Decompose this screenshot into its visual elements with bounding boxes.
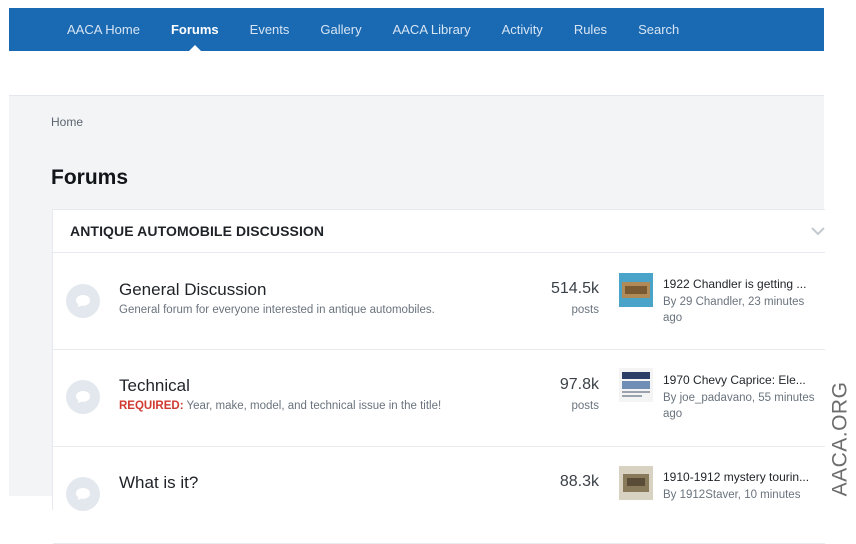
forum-description-text: Year, make, model, and technical issue i… [186,400,442,412]
required-label: REQUIRED: [119,400,184,412]
last-post-thumbnail[interactable] [619,368,653,402]
forum-row-technical: Technical REQUIRED: Year, make, model, a… [53,350,825,447]
last-post-meta: By 29 Chandler, 23 minutes ago [663,296,805,324]
top-navigation-bar: AACA Home Forums Events Gallery AACA Lib… [9,8,824,51]
last-post-meta: By 1912Staver, 10 minutes [663,489,801,501]
site-watermark: AACA.ORG [826,381,854,496]
nav-item-activity[interactable]: Activity [486,8,558,51]
forum-row-what-is-it: What is it? 88.3k 1910-1912 mystery tour… [53,447,825,544]
last-post-title[interactable]: 1970 Chevy Caprice: Ele... [663,373,825,387]
nav-item-gallery[interactable]: Gallery [305,8,377,51]
forum-row-general-discussion: General Discussion General forum for eve… [53,253,825,350]
post-count: 97.8k [559,376,599,393]
main-content: Home Forums ANTIQUE AUTOMOBILE DISCUSSIO… [9,95,825,544]
nav-item-search[interactable]: Search [623,8,695,51]
sub-navigation-bar [9,51,824,95]
collapse-chevron-icon[interactable] [811,224,825,236]
forum-chat-bubble-icon [66,284,100,318]
forum-title[interactable]: General Discussion [119,280,266,300]
post-count-label: posts [571,304,600,316]
nav-item-aaca-home[interactable]: AACA Home [9,8,155,51]
nav-item-rules[interactable]: Rules [558,8,622,51]
forum-description: REQUIRED: Year, make, model, and technic… [119,400,441,412]
forum-chat-bubble-icon [66,380,100,414]
nav-item-aaca-library[interactable]: AACA Library [377,8,486,51]
nav-item-events[interactable]: Events [234,8,305,51]
watermark-text: AACA.ORG [828,381,852,496]
forum-description: General forum for everyone interested in… [119,304,435,316]
post-count: 514.5k [550,280,599,297]
page-title: Forums [51,166,129,189]
last-post-title[interactable]: 1922 Chandler is getting ... [663,277,825,291]
nav-item-forums[interactable]: Forums [155,8,234,51]
last-post-title[interactable]: 1910-1912 mystery tourin... [663,470,825,484]
breadcrumb-home[interactable]: Home [51,115,83,129]
last-post-thumbnail[interactable] [619,273,653,307]
forum-title[interactable]: What is it? [119,473,198,493]
last-post-meta: By joe_padavano, 55 minutes ago [663,392,815,420]
post-count: 88.3k [559,473,599,490]
category-title: ANTIQUE AUTOMOBILE DISCUSSION [70,223,325,239]
forum-title[interactable]: Technical [119,376,190,396]
post-count-label: posts [571,400,600,412]
forum-category-panel: ANTIQUE AUTOMOBILE DISCUSSION General Di… [52,209,825,544]
category-header: ANTIQUE AUTOMOBILE DISCUSSION [53,210,825,253]
forum-chat-bubble-icon [66,477,100,511]
